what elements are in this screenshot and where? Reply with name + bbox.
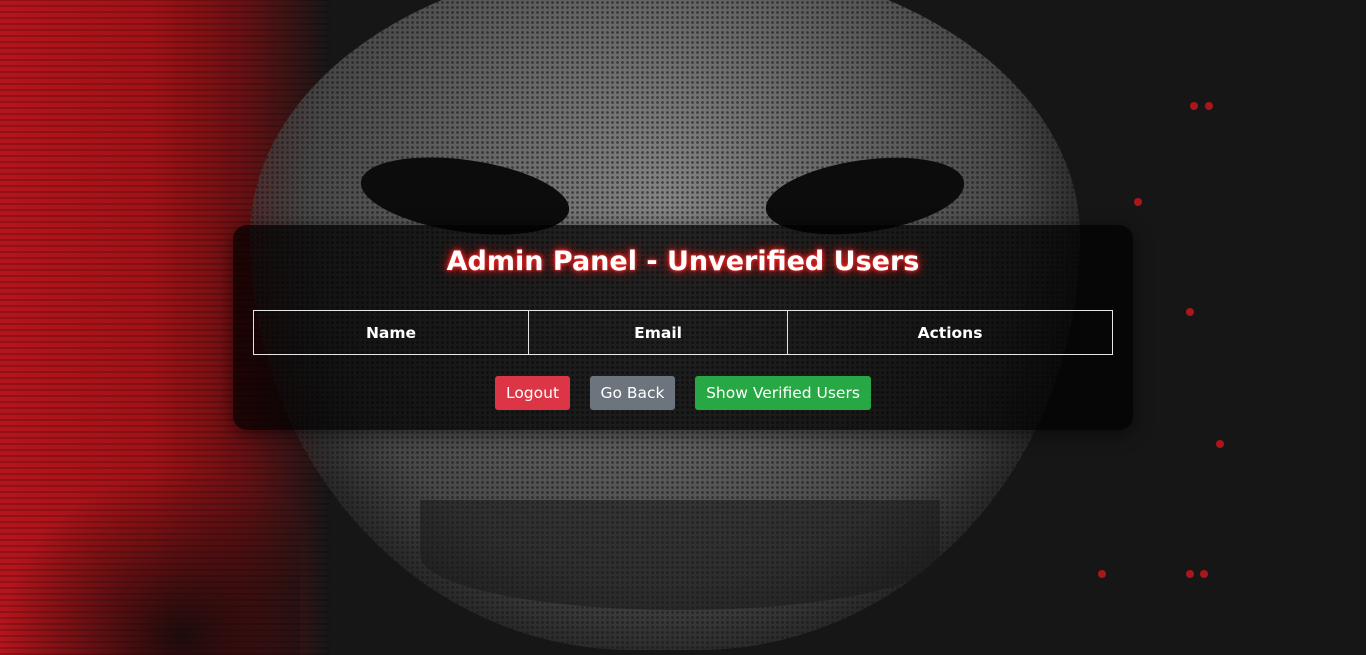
unverified-users-table: Name Email Actions <box>252 310 1113 355</box>
background-shadow <box>0 470 300 655</box>
red-speck <box>1186 308 1194 316</box>
red-speck <box>1216 440 1224 448</box>
page-title: Admin Panel - Unverified Users <box>446 246 920 277</box>
column-header-actions: Actions <box>787 310 1113 355</box>
red-speck <box>1190 102 1198 110</box>
action-buttons: Logout Go Back Show Verified Users <box>0 376 1366 410</box>
column-header-email: Email <box>528 310 789 355</box>
table-header-row: Name Email Actions <box>252 310 1113 355</box>
mask-mouth-shadow <box>420 500 940 610</box>
go-back-button[interactable]: Go Back <box>590 376 675 410</box>
red-speck <box>1186 570 1194 578</box>
red-speck <box>1200 570 1208 578</box>
column-header-name: Name <box>252 310 530 355</box>
red-speck <box>1205 102 1213 110</box>
red-speck <box>1134 198 1142 206</box>
red-speck <box>1098 570 1106 578</box>
logout-button[interactable]: Logout <box>495 376 570 410</box>
show-verified-users-button[interactable]: Show Verified Users <box>695 376 871 410</box>
